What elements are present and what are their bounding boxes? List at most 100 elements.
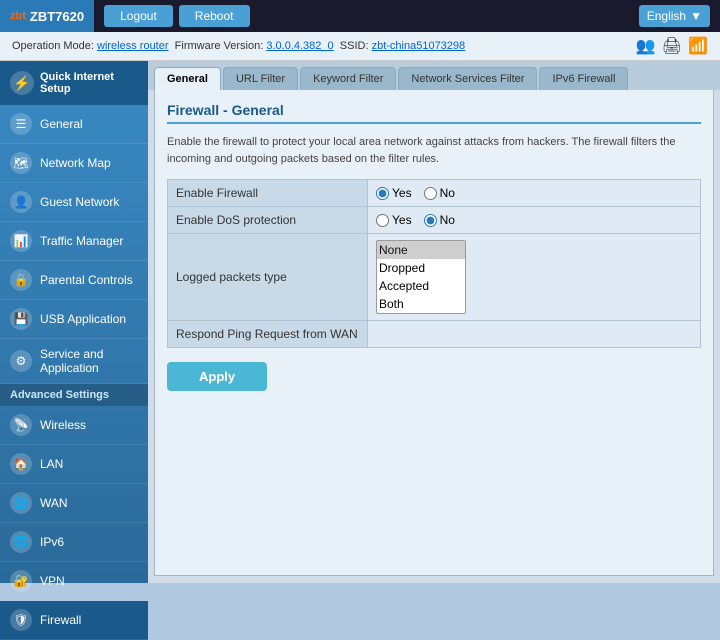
chevron-down-icon: ▼ — [690, 9, 702, 23]
packet-option-dropped[interactable]: Dropped — [377, 259, 465, 277]
enable-dos-label: Enable DoS protection — [168, 207, 368, 234]
logo-brand: zbt — [10, 10, 26, 22]
logged-packets-label: Logged packets type — [168, 234, 368, 321]
ssid-label: SSID: — [340, 40, 369, 52]
enable-firewall-no-label[interactable]: No — [424, 186, 455, 200]
sidebar-item-general[interactable]: ☰ General — [0, 105, 148, 144]
content-inner: Firewall - General Enable the firewall t… — [154, 90, 714, 576]
enable-dos-no-text: No — [440, 213, 455, 227]
wireless-label: Wireless — [40, 418, 86, 432]
top-bar: zbt ZBT7620 Logout Reboot English ▼ — [0, 0, 720, 32]
enable-dos-yes-radio[interactable] — [376, 214, 389, 227]
logged-packets-row: Logged packets type None Dropped Accepte… — [168, 234, 701, 321]
general-label: General — [40, 117, 83, 131]
vpn-label: VPN — [40, 574, 65, 588]
lan-label: LAN — [40, 457, 63, 471]
packet-option-accepted[interactable]: Accepted — [377, 277, 465, 295]
quick-setup-icon: ⚡ — [10, 71, 34, 95]
operation-mode-link[interactable]: wireless router — [97, 40, 169, 52]
enable-firewall-yes-label[interactable]: Yes — [376, 186, 412, 200]
sidebar-item-guest-network[interactable]: 👤 Guest Network — [0, 183, 148, 222]
enable-dos-no-radio[interactable] — [424, 214, 437, 227]
content-description: Enable the firewall to protect your loca… — [167, 134, 701, 167]
sidebar-item-parental-controls[interactable]: 🔒 Parental Controls — [0, 261, 148, 300]
sidebar-item-lan[interactable]: 🏠 LAN — [0, 445, 148, 484]
wireless-icon: 📡 — [10, 414, 32, 436]
firmware-link[interactable]: 3.0.0.4.382_0 — [266, 40, 333, 52]
network-map-label: Network Map — [40, 156, 111, 170]
enable-dos-radio-group: Yes No — [376, 213, 692, 227]
packet-option-none[interactable]: None — [377, 241, 465, 259]
sidebar-item-service-and-application[interactable]: ⚙ Service and Application — [0, 339, 148, 384]
service-application-label: Service and Application — [40, 347, 138, 375]
sidebar-item-ipv6[interactable]: 🌐 IPv6 — [0, 523, 148, 562]
top-nav: Logout Reboot English ▼ — [94, 5, 720, 27]
tab-url-filter[interactable]: URL Filter — [223, 67, 298, 90]
header-icons: 👥 🖨 📶 — [636, 36, 708, 56]
firewall-icon: 🛡 — [10, 609, 32, 631]
tab-keyword-filter[interactable]: Keyword Filter — [300, 67, 396, 90]
enable-dos-row: Enable DoS protection Yes No — [168, 207, 701, 234]
parental-controls-icon: 🔒 — [10, 269, 32, 291]
sidebar: ⚡ Quick Internet Setup ☰ General 🗺 Netwo… — [0, 61, 148, 583]
traffic-manager-icon: 📊 — [10, 230, 32, 252]
enable-firewall-radio-group: Yes No — [376, 186, 692, 200]
enable-firewall-yes-radio[interactable] — [376, 187, 389, 200]
logged-packets-control: None Dropped Accepted Both — [368, 234, 701, 321]
sidebar-item-wireless[interactable]: 📡 Wireless — [0, 406, 148, 445]
page-title: Firewall - General — [167, 102, 701, 124]
content-area: General URL Filter Keyword Filter Networ… — [148, 61, 720, 583]
language-selector[interactable]: English ▼ — [639, 5, 710, 27]
wan-icon: 🌐 — [10, 492, 32, 514]
enable-firewall-row: Enable Firewall Yes No — [168, 180, 701, 207]
enable-dos-no-label[interactable]: No — [424, 213, 455, 227]
wan-label: WAN — [40, 496, 68, 510]
ipv6-icon: 🌐 — [10, 531, 32, 553]
logo-model: ZBT7620 — [30, 9, 84, 24]
firmware-label: Firmware Version: — [175, 40, 264, 52]
logged-packets-select[interactable]: None Dropped Accepted Both — [376, 240, 466, 314]
enable-firewall-yes-text: Yes — [392, 186, 412, 200]
users-icon: 👥 — [636, 36, 656, 56]
guest-network-label: Guest Network — [40, 195, 119, 209]
packet-option-both[interactable]: Both — [377, 295, 465, 313]
logo: zbt ZBT7620 — [0, 0, 94, 32]
apply-button[interactable]: Apply — [167, 362, 267, 391]
guest-network-icon: 👤 — [10, 191, 32, 213]
usb-application-icon: 💾 — [10, 308, 32, 330]
logout-button[interactable]: Logout — [104, 5, 173, 27]
enable-dos-yes-text: Yes — [392, 213, 412, 227]
firewall-label: Firewall — [40, 613, 81, 627]
sidebar-item-wan[interactable]: 🌐 WAN — [0, 484, 148, 523]
tab-general[interactable]: General — [154, 67, 221, 90]
lan-icon: 🏠 — [10, 453, 32, 475]
ssid-link[interactable]: zbt-china51073298 — [372, 40, 466, 52]
sidebar-item-usb-application[interactable]: 💾 USB Application — [0, 300, 148, 339]
sidebar-item-network-map[interactable]: 🗺 Network Map — [0, 144, 148, 183]
signal-icon: 📶 — [688, 36, 708, 56]
info-bar: Operation Mode: wireless router Firmware… — [0, 32, 720, 61]
sidebar-item-traffic-manager[interactable]: 📊 Traffic Manager — [0, 222, 148, 261]
enable-dos-yes-label[interactable]: Yes — [376, 213, 412, 227]
tab-ipv6-firewall[interactable]: IPv6 Firewall — [539, 67, 628, 90]
tab-network-services-filter[interactable]: Network Services Filter — [398, 67, 537, 90]
network-map-icon: 🗺 — [10, 152, 32, 174]
usb-application-label: USB Application — [40, 312, 126, 326]
sidebar-item-firewall[interactable]: 🛡 Firewall — [0, 601, 148, 640]
traffic-manager-label: Traffic Manager — [40, 234, 123, 248]
enable-firewall-control: Yes No — [368, 180, 701, 207]
tab-bar: General URL Filter Keyword Filter Networ… — [148, 61, 720, 90]
operation-mode-label: Operation Mode: — [12, 40, 94, 52]
sidebar-item-quick-internet-setup[interactable]: ⚡ Quick Internet Setup — [0, 61, 148, 105]
respond-ping-control — [368, 321, 701, 348]
enable-dos-control: Yes No — [368, 207, 701, 234]
respond-ping-label: Respond Ping Request from WAN — [168, 321, 368, 348]
quick-setup-label: Quick Internet Setup — [40, 71, 138, 95]
reboot-button[interactable]: Reboot — [179, 5, 250, 27]
service-application-icon: ⚙ — [10, 350, 32, 372]
parental-controls-label: Parental Controls — [40, 273, 133, 287]
enable-firewall-label: Enable Firewall — [168, 180, 368, 207]
enable-firewall-no-radio[interactable] — [424, 187, 437, 200]
advanced-settings-title: Advanced Settings — [0, 384, 148, 406]
settings-form: Enable Firewall Yes No — [167, 179, 701, 348]
